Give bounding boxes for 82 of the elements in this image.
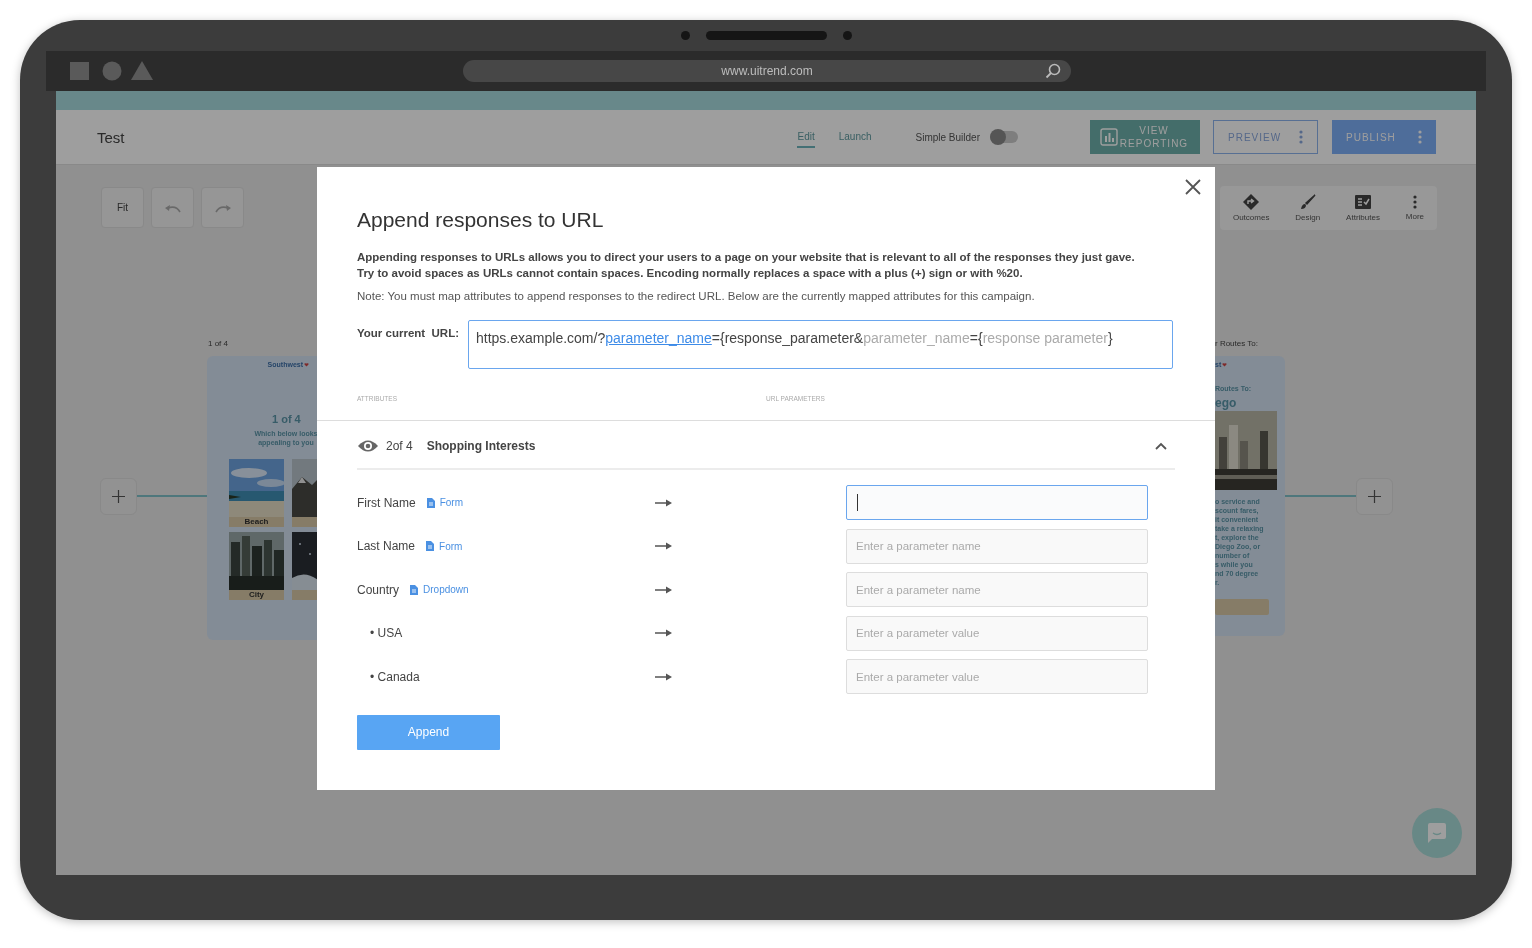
camera-dot: [842, 30, 852, 40]
option-label: • Canada: [370, 669, 420, 684]
chat-button[interactable]: [1412, 808, 1462, 858]
card-heading: 1 of 4: [272, 413, 302, 425]
step-caption: 1 of 4: [208, 339, 228, 348]
project-title: Test: [97, 128, 126, 146]
toggle-label: Simple Builder: [915, 131, 980, 143]
label-strip: [292, 590, 317, 600]
option-label: • USA: [370, 626, 403, 641]
reporting-button[interactable]: VIEW REPORTING: [1090, 120, 1200, 154]
eye-icon[interactable]: [357, 438, 379, 453]
attribute-type-link[interactable]: Form: [439, 497, 463, 509]
chat-bubble-icon: [1426, 822, 1448, 844]
heart-icon: [1222, 362, 1228, 367]
attribute-type-link[interactable]: Form: [439, 540, 463, 552]
bar-chart-icon: [1100, 128, 1118, 146]
url-text: www.uitrend.com: [721, 64, 813, 78]
document-icon: [410, 584, 419, 595]
description-text: Appending responses to URLs allows you to direct your users to a page on your website that is relevant to all of the responses they just gave.: [357, 250, 1136, 265]
answer-tile[interactable]: Beach: [229, 459, 284, 527]
checklist-icon: [1355, 194, 1371, 210]
plus-icon: [1368, 490, 1381, 503]
panel-tool[interactable]: Design: [1295, 194, 1321, 222]
panel-tool[interactable]: Attributes: [1346, 194, 1380, 222]
section-title: Shopping Interests: [426, 438, 537, 453]
diamond-arrow-icon: [1243, 194, 1260, 210]
tile-label: City: [229, 590, 284, 600]
close-button[interactable]: [1184, 178, 1202, 196]
answer-tile[interactable]: [292, 532, 317, 600]
arrow-right-icon: [655, 498, 672, 507]
card-heading: ego: [1215, 396, 1238, 410]
caret-up-icon[interactable]: [1155, 441, 1167, 450]
panel-tool[interactable]: More: [1405, 195, 1424, 221]
arrow-right-icon: [655, 629, 672, 638]
search-icon[interactable]: [1045, 63, 1061, 79]
undo-button[interactable]: [151, 187, 194, 228]
url-label: Your current URL:: [357, 327, 459, 339]
undo-icon: [163, 202, 182, 213]
connector-line: [137, 495, 207, 497]
window-controls-icon[interactable]: [70, 61, 154, 81]
brush-icon: [1299, 194, 1316, 210]
label-strip: [292, 517, 317, 527]
more-icon[interactable]: [1418, 130, 1422, 144]
section-header[interactable]: 2of 4 Shopping Interests: [317, 420, 1215, 470]
step-caption: r Routes To:: [1215, 339, 1258, 348]
toggle-switch[interactable]: [990, 131, 1018, 143]
document-icon: [426, 497, 435, 508]
connector-line: [1285, 495, 1356, 497]
redo-icon: [213, 202, 232, 213]
tile-label: Beach: [229, 517, 284, 527]
step-count: 2of 4: [386, 438, 413, 453]
add-step-button[interactable]: [1356, 478, 1393, 515]
arrow-right-icon: [655, 585, 672, 594]
panel-tool[interactable]: Outcomes: [1232, 194, 1270, 222]
camera-dot: [680, 30, 690, 40]
text-cursor: [857, 494, 858, 512]
attribute-type-link[interactable]: Dropdown: [423, 584, 469, 596]
url-field[interactable]: https.example.com/?parameter_name={response_parameter&parameter_name={response parameter}: [468, 320, 1173, 369]
note-text: Note: You must map attributes to append responses to the redirect URL. Below are the currently mapped attributes for this campaign.: [357, 289, 1036, 304]
answer-tile[interactable]: [292, 459, 317, 527]
description-text: Try to avoid spaces as URLs cannot contain spaces. Encoding normally replaces a space with a plus (+) sign or with %20.: [357, 266, 1024, 281]
more-icon: [1412, 195, 1417, 209]
parameter-input[interactable]: [846, 485, 1148, 521]
more-icon[interactable]: [1299, 130, 1303, 144]
arrow-right-icon: [655, 672, 672, 681]
add-step-button[interactable]: [100, 478, 137, 515]
plus-icon: [112, 490, 125, 503]
preview-button[interactable]: PREVIEW: [1213, 120, 1318, 154]
fit-button[interactable]: Fit: [101, 187, 144, 228]
document-icon: [426, 541, 435, 552]
redo-button[interactable]: [201, 187, 244, 228]
attribute-name: Last Name: [357, 539, 416, 554]
mode-tab[interactable]: Edit: [797, 126, 815, 148]
dialog-title: Append responses to URL: [357, 208, 605, 232]
address-bar[interactable]: www.uitrend.com: [463, 60, 1071, 82]
attribute-name: Country: [357, 582, 400, 597]
append-button[interactable]: Append: [357, 714, 500, 750]
mode-tab[interactable]: Launch: [838, 126, 872, 148]
arrow-right-icon: [655, 542, 672, 551]
heart-icon: [304, 362, 309, 367]
answer-tile[interactable]: City: [229, 532, 284, 600]
attribute-name: First Name: [357, 495, 416, 510]
